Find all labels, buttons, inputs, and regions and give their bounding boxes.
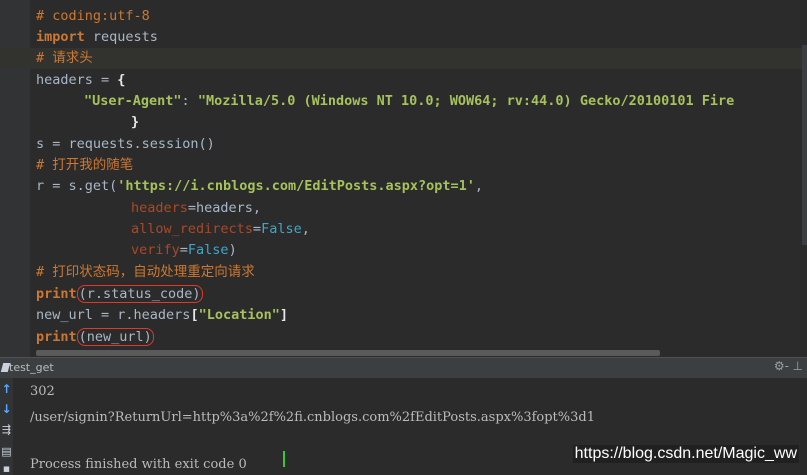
call: r = s.get( <box>36 178 118 194</box>
paren: ) <box>228 242 237 258</box>
code-line-7[interactable]: s = requests.session() <box>0 134 807 155</box>
console-toolbar: ↑ ↓ ⇶ ▤ ▪ <box>0 378 13 475</box>
print-icon[interactable]: ▤ <box>0 445 13 458</box>
code-line-12[interactable]: verify=False) <box>0 240 807 261</box>
code-line-10[interactable]: headers=headers, <box>0 198 807 219</box>
comment: # 请求头 <box>36 50 93 66</box>
code-line-6[interactable]: } <box>0 112 807 133</box>
code-text: r = s.get('https://i.cnblogs.com/EditPos… <box>36 176 483 197</box>
keyword: import <box>36 29 85 45</box>
hide-panel-icon[interactable]: ⊥ <box>793 359 803 373</box>
console-line-exit: Process finished with exit code 0 <box>30 457 247 472</box>
text-caret <box>283 451 285 467</box>
vertical-scrollbar[interactable] <box>802 45 807 245</box>
comma: , <box>474 178 484 194</box>
code-text: headers=headers, <box>131 198 261 219</box>
comment: # coding:utf-8 <box>36 8 150 24</box>
code-line-1[interactable]: # coding:utf-8 <box>0 6 807 27</box>
equals: = <box>179 242 188 258</box>
code-line-14[interactable]: print (r.status_code) <box>0 284 807 305</box>
settings-icon[interactable]: ⚙- <box>774 359 789 373</box>
code-line-4[interactable]: headers = { <box>0 70 807 91</box>
bracket: [ <box>190 307 199 323</box>
bracket: ] <box>279 307 288 323</box>
param-name: allow_redirects <box>131 221 253 237</box>
equals: = <box>252 221 262 237</box>
code-text: headers = { <box>36 70 125 91</box>
horizontal-scrollbar[interactable] <box>36 350 660 356</box>
comment: # 打开我的随笔 <box>36 157 134 173</box>
dict-key: "User-Agent" <box>84 93 182 109</box>
code-line-15[interactable]: new_url = r.headers["Location"] <box>0 305 807 326</box>
code-text: "User-Agent": "Mozilla/5.0 (Windows NT 1… <box>84 91 734 112</box>
code-line-5[interactable]: "User-Agent": "Mozilla/5.0 (Windows NT 1… <box>0 91 807 112</box>
soft-wrap-icon[interactable]: ⇶ <box>0 423 13 436</box>
code-text: import requests <box>36 27 158 48</box>
code-line-8[interactable]: # 打开我的随笔 <box>0 155 807 176</box>
boolean-value: False <box>261 221 302 237</box>
brace: } <box>131 114 140 130</box>
assignment: headers = <box>36 72 118 88</box>
code-line-3-current[interactable]: # 请求头 <box>0 48 807 69</box>
code-text: verify=False) <box>131 240 237 261</box>
red-circled-argument: (new_url) <box>76 328 154 346</box>
param-value: =headers, <box>187 200 262 216</box>
console-line-location: /user/signin?ReturnUrl=http%3a%2f%2fi.cn… <box>30 410 595 425</box>
assignment: new_url = r.headers <box>36 307 191 323</box>
run-panel-header: test_get ⚙- ⊥ <box>0 357 807 378</box>
code-text: allow_redirects=False, <box>131 219 310 240</box>
code-editor[interactable]: # coding:utf-8 import requests # 请求头 hea… <box>0 0 807 357</box>
run-tab-label[interactable]: test_get <box>9 361 54 374</box>
comma: , <box>301 221 310 237</box>
colon: : <box>181 93 198 109</box>
console-line-status: 302 <box>30 384 55 399</box>
comment: # 打印状态码，自动处理重定向请求 <box>36 264 255 280</box>
console-output[interactable]: ↑ ↓ ⇶ ▤ ▪ 302 /user/signin?ReturnUrl=htt… <box>0 378 807 475</box>
arrow-up-icon[interactable]: ↑ <box>0 382 13 396</box>
url-string: 'https://i.cnblogs.com/EditPosts.aspx?op… <box>117 178 475 194</box>
code-line-11[interactable]: allow_redirects=False, <box>0 219 807 240</box>
module-name: requests <box>84 29 158 45</box>
watermark: https://blog.csdn.net/Magic_ww <box>572 445 799 463</box>
keyword: print <box>36 329 77 345</box>
code-line-13[interactable]: # 打印状态码，自动处理重定向请求 <box>0 262 807 283</box>
brace: { <box>117 72 126 88</box>
keyword: print <box>36 286 77 302</box>
param-name: headers <box>131 200 188 216</box>
code-line-9[interactable]: r = s.get('https://i.cnblogs.com/EditPos… <box>0 176 807 197</box>
boolean-value: False <box>187 242 229 258</box>
code-text: new_url = r.headers["Location"] <box>36 305 288 326</box>
code-text: print (new_url) <box>36 327 154 348</box>
clear-icon[interactable]: ▪ <box>0 462 13 475</box>
code-line-16[interactable]: print (new_url) <box>0 327 807 348</box>
dict-value: "Mozilla/5.0 (Windows NT 10.0; WOW64; rv… <box>197 93 735 109</box>
param-name: verify <box>131 242 180 258</box>
code-text: s = requests.session() <box>36 136 215 152</box>
red-circled-argument: (r.status_code) <box>76 285 203 303</box>
dict-key: "Location" <box>198 307 280 323</box>
arrow-down-icon[interactable]: ↓ <box>0 402 13 416</box>
code-line-2[interactable]: import requests <box>0 27 807 48</box>
code-text: print (r.status_code) <box>36 284 203 305</box>
